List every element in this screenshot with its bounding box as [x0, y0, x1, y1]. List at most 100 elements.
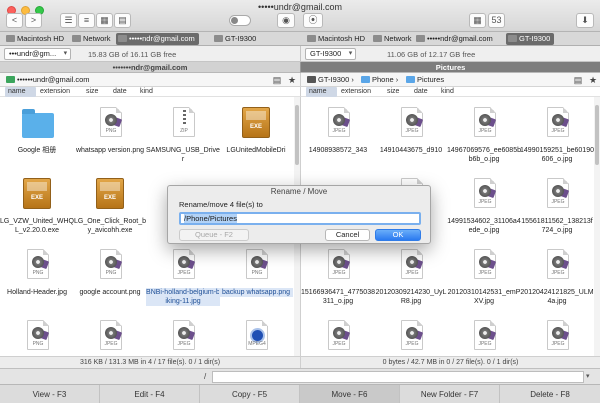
- file-item[interactable]: JPEG 20120309214230_UyLR8.jpg: [374, 249, 448, 306]
- thumbnail-view-icon[interactable]: ▦: [96, 13, 113, 28]
- copy-button[interactable]: Copy - F5: [200, 385, 300, 403]
- jpeg-file-icon: JPEG: [168, 249, 198, 285]
- delete-button[interactable]: Delete - F8: [500, 385, 600, 403]
- binoculars-icon[interactable]: ⦿: [303, 13, 323, 28]
- file-type-label: JPEG: [332, 270, 346, 276]
- view-button[interactable]: View - F3: [0, 385, 100, 403]
- move-button[interactable]: Move - F6: [300, 385, 400, 403]
- file-item[interactable]: MPEG4: [219, 320, 293, 356]
- column-size[interactable]: size: [387, 87, 399, 97]
- command-input[interactable]: [212, 371, 584, 383]
- right-drive-select[interactable]: GT-I9300: [305, 48, 357, 60]
- column-name[interactable]: name: [306, 87, 337, 97]
- file-item[interactable]: EXE LG_VZW_United_WHQL_v2.20.0.exe: [0, 178, 74, 235]
- document-page: JPEG: [401, 107, 424, 137]
- file-item[interactable]: ZIP SAMSUNG_USB_Driver: [146, 107, 220, 164]
- file-item[interactable]: EXE LG_One_Click_Root_by_avicohh.exe: [73, 178, 147, 235]
- back-button[interactable]: <: [6, 13, 23, 28]
- jpeg-file-icon: JPEG: [469, 107, 499, 143]
- forward-button[interactable]: >: [25, 13, 42, 28]
- detail-view-icon[interactable]: ▤: [114, 13, 131, 28]
- file-item[interactable]: JPEG 14991534602_31106a4ede_o.jpg: [447, 178, 521, 235]
- preview-disc-icon: [406, 114, 418, 126]
- destination-path-input[interactable]: /Phone/Pictures: [179, 212, 421, 225]
- hard-drive-icon: [307, 35, 316, 42]
- left-drive-select[interactable]: •••undr@gm...: [4, 48, 72, 60]
- right-panel-title: Pictures: [300, 62, 600, 73]
- brief-view-icon[interactable]: ≡: [78, 13, 95, 28]
- right-scrollbar[interactable]: [594, 97, 600, 356]
- file-type-label: JPEG: [551, 341, 565, 347]
- history-icon[interactable]: ▤: [573, 75, 583, 85]
- function-key-bar: View - F3 Edit - F4 Copy - F5 Move - F6 …: [0, 384, 600, 403]
- breadcrumb-device[interactable]: GT-I9300 ›: [307, 73, 354, 87]
- file-item[interactable]: EXE LGUnitedMobileDri: [219, 107, 293, 155]
- column-kind[interactable]: kind: [441, 87, 454, 97]
- drive-tab-left-0[interactable]: Macintosh HD: [4, 33, 68, 45]
- edit-button[interactable]: Edit - F4: [100, 385, 200, 403]
- eye-icon[interactable]: ◉: [277, 13, 295, 28]
- drive-tab-left-2[interactable]: •••••ndr@gmail.com: [116, 33, 199, 45]
- preview-disc-icon: [105, 114, 117, 126]
- file-type-label: JPEG: [478, 341, 492, 347]
- queue-button[interactable]: Queue - F2: [179, 229, 249, 241]
- breadcrumb-pictures[interactable]: Pictures: [406, 73, 444, 87]
- new-folder-button[interactable]: New Folder - F7: [400, 385, 500, 403]
- favorite-star-icon[interactable]: ★: [588, 75, 598, 85]
- file-item[interactable]: JPEG: [520, 320, 594, 356]
- file-item[interactable]: JPEG 20120310142531_emPXV.jpg: [447, 249, 521, 306]
- scrollbar-thumb[interactable]: [295, 105, 299, 165]
- left-path-bar: ••••••undr@gmail.com ▤ ★: [0, 73, 300, 87]
- png-file-icon: PNG: [95, 249, 125, 285]
- file-item[interactable]: JPEG: [447, 320, 521, 356]
- drive-tab-left-1[interactable]: Network: [70, 33, 115, 45]
- download-icon[interactable]: ⬇: [576, 13, 594, 28]
- chevron-down-icon[interactable]: ▾: [586, 372, 590, 380]
- file-item[interactable]: JPEG BNBi-holland-belgium-biking-11.jpg: [146, 249, 220, 306]
- column-date[interactable]: date: [414, 87, 428, 97]
- file-item[interactable]: JPEG 14908938572_343: [301, 107, 375, 155]
- file-item[interactable]: Google 相册: [0, 107, 74, 155]
- file-item[interactable]: JPEG 20120424121825_ULM4a.jpg: [520, 249, 594, 306]
- history-icon[interactable]: ▤: [272, 75, 282, 85]
- file-item[interactable]: PNG: [0, 320, 74, 356]
- favorite-star-icon[interactable]: ★: [287, 75, 297, 85]
- column-extension[interactable]: extension: [40, 87, 70, 97]
- column-extension[interactable]: extension: [341, 87, 371, 97]
- drive-tab-right-3[interactable]: GT-I9300: [506, 33, 555, 45]
- file-item[interactable]: JPEG: [374, 320, 448, 356]
- drive-tab-right-1[interactable]: Network: [371, 33, 416, 45]
- size-icon[interactable]: 53: [488, 13, 505, 28]
- file-item[interactable]: PNG whatsapp version.png: [73, 107, 147, 155]
- drive-tab-right-0[interactable]: Macintosh HD: [305, 33, 369, 45]
- file-item[interactable]: JPEG: [301, 320, 375, 356]
- column-date[interactable]: date: [113, 87, 127, 97]
- scrollbar-thumb[interactable]: [595, 105, 599, 165]
- exe-box: EXE: [23, 178, 51, 209]
- file-item[interactable]: PNG google account.png: [73, 249, 147, 297]
- breadcrumb[interactable]: ••••••undr@gmail.com: [6, 73, 90, 87]
- breadcrumb-phone[interactable]: Phone ›: [361, 73, 398, 87]
- file-item[interactable]: JPEG 14990159251_be60190606_o.jpg: [520, 107, 594, 164]
- file-item[interactable]: PNG Holland-Header.jpg: [0, 249, 74, 297]
- hidden-files-toggle[interactable]: [229, 15, 251, 26]
- column-size[interactable]: size: [86, 87, 98, 97]
- file-item[interactable]: JPEG 15166936471_4775038311_o.jpg: [301, 249, 375, 306]
- file-item[interactable]: JPEG 15561811562_138213f724_o.jpg: [520, 178, 594, 235]
- drive-tab-right-2[interactable]: •••••ndr@gmail.com: [414, 33, 497, 45]
- file-item[interactable]: JPEG: [146, 320, 220, 356]
- column-name[interactable]: name: [5, 87, 36, 97]
- ok-button[interactable]: OK: [375, 229, 421, 241]
- file-item[interactable]: JPEG: [73, 320, 147, 356]
- list-view-icon[interactable]: ☰: [60, 13, 77, 28]
- column-kind[interactable]: kind: [140, 87, 153, 97]
- file-type-label: ZIP: [180, 128, 188, 134]
- file-item[interactable]: JPEG 14967069576_ee6085bb6b_o.jpg: [447, 107, 521, 164]
- drive-tab-left-3[interactable]: GT-I9300: [212, 33, 260, 45]
- terminal-icon[interactable]: ▦: [469, 13, 486, 28]
- file-item[interactable]: JPEG 14910443675_d910: [374, 107, 448, 155]
- preview-disc-icon: [105, 327, 117, 339]
- file-item[interactable]: PNG backup whatsapp.png: [219, 249, 293, 297]
- cancel-button[interactable]: Cancel: [325, 229, 370, 241]
- drive-bar: Macintosh HD Network •••••ndr@gmail.com …: [0, 32, 600, 46]
